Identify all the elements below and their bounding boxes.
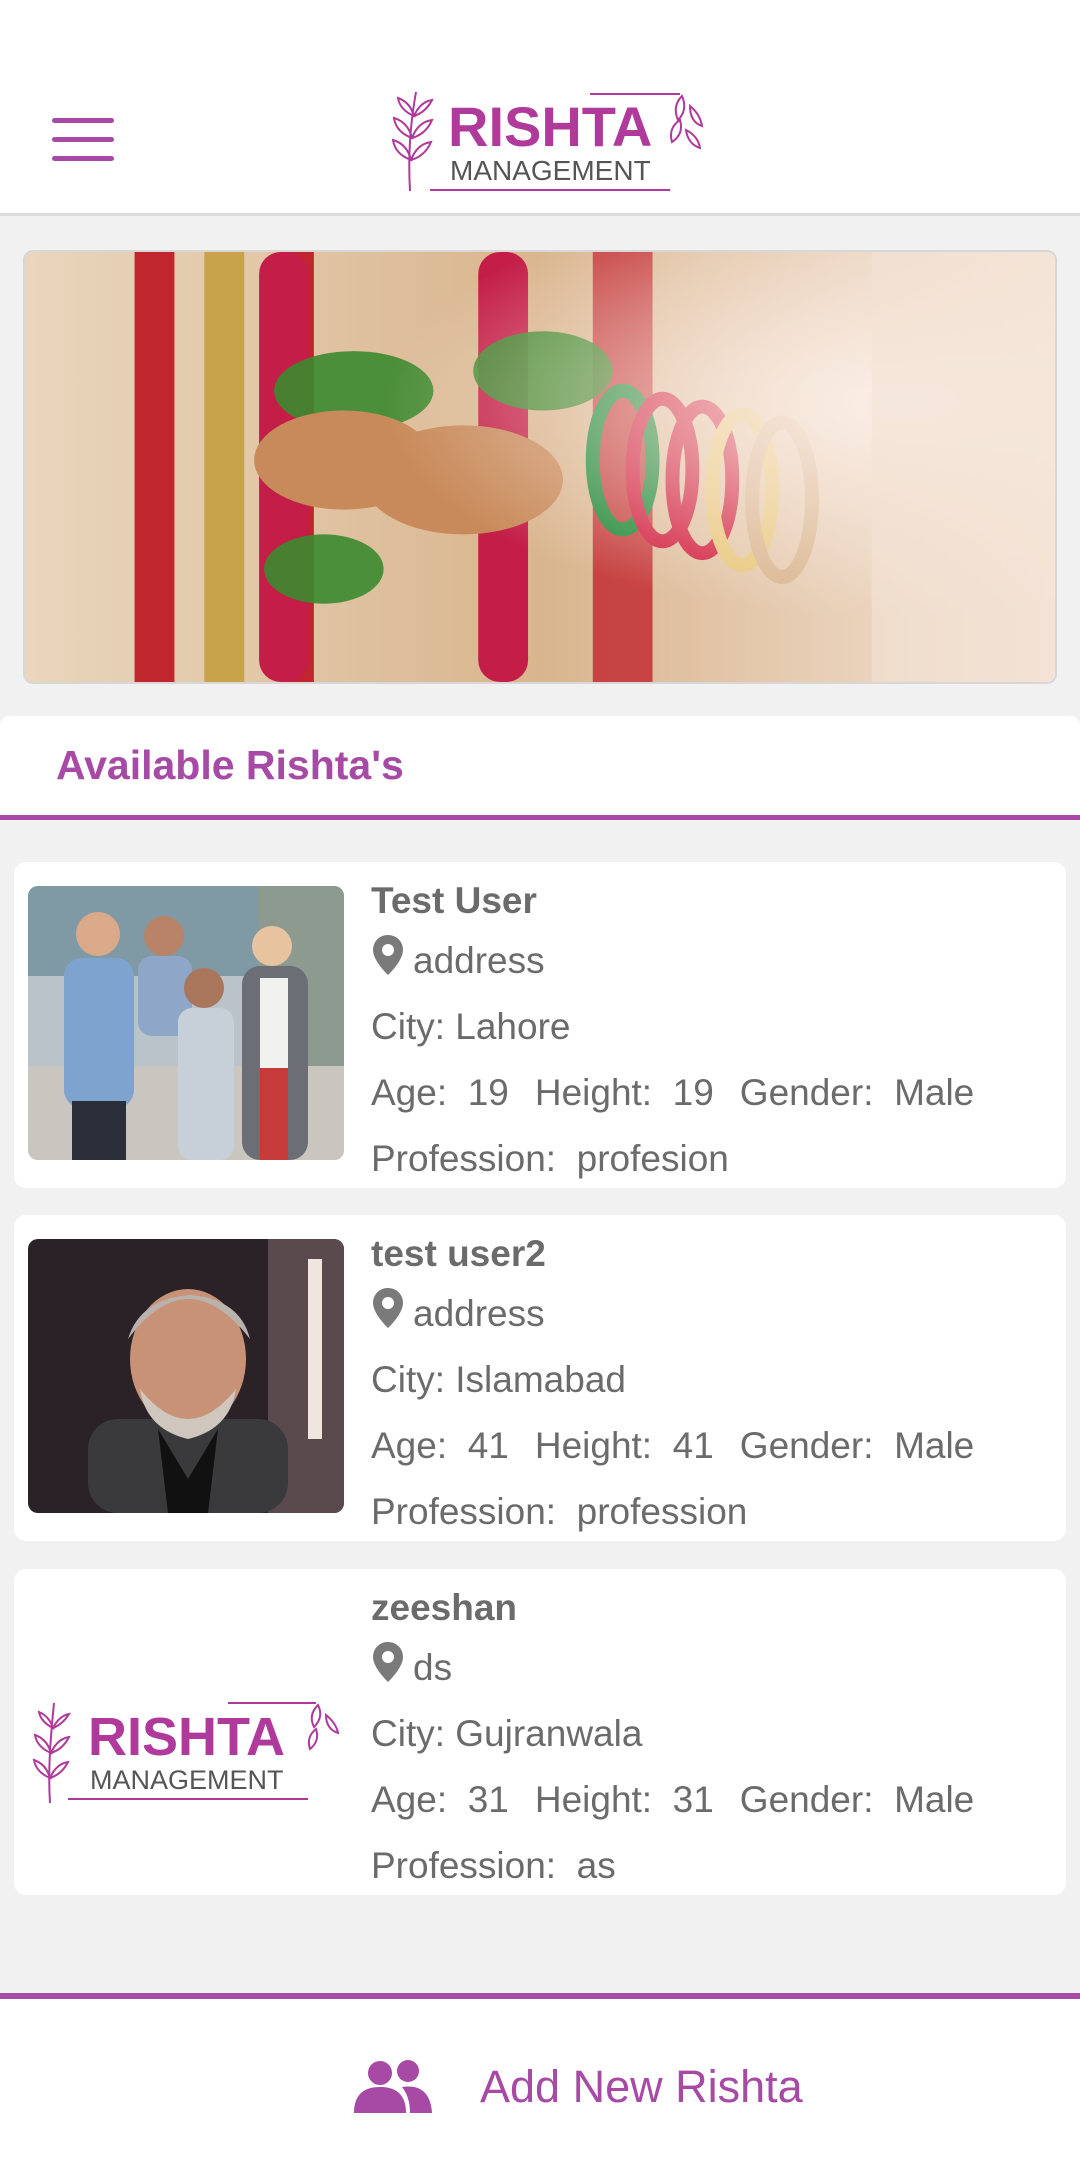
section-header: Available Rishta's <box>0 716 1080 820</box>
height-label: Height: <box>534 1072 653 1113</box>
profile-gender: Male <box>894 1072 975 1113</box>
profile-name: test user2 <box>371 1233 546 1274</box>
profile-city-row: City: Lahore <box>371 994 1056 1060</box>
profile-city-row: City: Islamabad <box>371 1347 1056 1413</box>
height-label: Height: <box>534 1425 653 1466</box>
profile-address-row: ds <box>371 1635 1056 1701</box>
gender-label: Gender: <box>739 1779 874 1820</box>
profile-info: test user2 address City: Islamabad Age: … <box>371 1227 1056 1545</box>
profile-height: 19 <box>672 1072 714 1113</box>
profile-address-row: address <box>371 928 1056 994</box>
profile-height: 41 <box>672 1425 714 1466</box>
add-new-rishta-button[interactable]: Add New Rishta <box>350 2047 803 2127</box>
city-label: City: <box>371 1359 445 1400</box>
profile-card[interactable]: test user2 address City: Islamabad Age: … <box>14 1215 1066 1541</box>
profile-stats-row: Age: 41 Height: 41 Gender: Male <box>371 1413 1056 1479</box>
profile-height: 31 <box>672 1779 714 1820</box>
profile-photo <box>28 1239 344 1513</box>
age-label: Age: <box>371 1425 448 1466</box>
gender-label: Gender: <box>739 1425 874 1466</box>
profile-age: 31 <box>467 1779 509 1820</box>
profile-stats-row: Age: 31 Height: 31 Gender: Male <box>371 1767 1056 1833</box>
profile-gender: Male <box>894 1779 975 1820</box>
profile-gender: Male <box>894 1425 975 1466</box>
profile-profession-row: Profession: as <box>371 1833 1056 1899</box>
profile-city: Gujranwala <box>455 1713 643 1754</box>
height-label: Height: <box>534 1779 653 1820</box>
logo-subtitle: MANAGEMENT <box>90 1765 284 1795</box>
logo-title: RISHTA <box>448 95 652 158</box>
city-label: City: <box>371 1006 445 1047</box>
logo-subtitle: MANAGEMENT <box>450 155 651 186</box>
profession-label: Profession: <box>371 1138 557 1179</box>
profile-profession-row: Profession: profesion <box>371 1126 1056 1192</box>
age-label: Age: <box>371 1072 448 1113</box>
people-group-icon <box>354 2060 432 2113</box>
profile-profession: profesion <box>576 1138 729 1179</box>
profession-label: Profession: <box>371 1845 557 1886</box>
profile-age: 19 <box>467 1072 509 1113</box>
add-new-rishta-label: Add New Rishta <box>480 2061 803 2112</box>
city-label: City: <box>371 1713 445 1754</box>
location-pin-icon <box>373 935 403 975</box>
profile-name: Test User <box>371 880 537 921</box>
profile-card[interactable]: RISHTA MANAGEMENT zeeshan ds City: Gujra… <box>14 1569 1066 1895</box>
profile-address: ds <box>413 1647 453 1688</box>
wedding-banner-image <box>23 250 1057 684</box>
location-pin-icon <box>373 1642 403 1682</box>
profile-photo <box>28 886 344 1160</box>
profile-city: Islamabad <box>455 1359 626 1400</box>
profile-card[interactable]: Test User address City: Lahore Age: 19 He… <box>14 862 1066 1188</box>
profile-info: zeeshan ds City: Gujranwala Age: 31 Heigh… <box>371 1581 1056 1899</box>
gender-label: Gender: <box>739 1072 874 1113</box>
profile-address: address <box>413 940 545 981</box>
profile-city: Lahore <box>455 1006 571 1047</box>
app-header: RISHTA MANAGEMENT <box>0 0 1080 216</box>
profile-name: zeeshan <box>371 1587 518 1628</box>
profile-profession: as <box>576 1845 616 1886</box>
section-title: Available Rishta's <box>56 742 404 788</box>
profile-address: address <box>413 1293 545 1334</box>
profile-stats-row: Age: 19 Height: 19 Gender: Male <box>371 1060 1056 1126</box>
location-pin-icon <box>373 1288 403 1328</box>
bottom-bar: Add New Rishta <box>0 1993 1080 2160</box>
rishta-logo: RISHTA MANAGEMENT <box>390 86 710 196</box>
logo-title: RISHTA <box>88 1707 285 1767</box>
profile-photo-logo: RISHTA MANAGEMENT <box>28 1593 344 1867</box>
profile-address-row: address <box>371 1281 1056 1347</box>
age-label: Age: <box>371 1779 448 1820</box>
profile-info: Test User address City: Lahore Age: 19 He… <box>371 874 1056 1192</box>
profession-label: Profession: <box>371 1491 557 1532</box>
profile-profession-row: Profession: profession <box>371 1479 1056 1545</box>
hamburger-menu-icon[interactable] <box>52 118 114 164</box>
profile-city-row: City: Gujranwala <box>371 1701 1056 1767</box>
profile-profession: profession <box>576 1491 748 1532</box>
profile-age: 41 <box>467 1425 509 1466</box>
